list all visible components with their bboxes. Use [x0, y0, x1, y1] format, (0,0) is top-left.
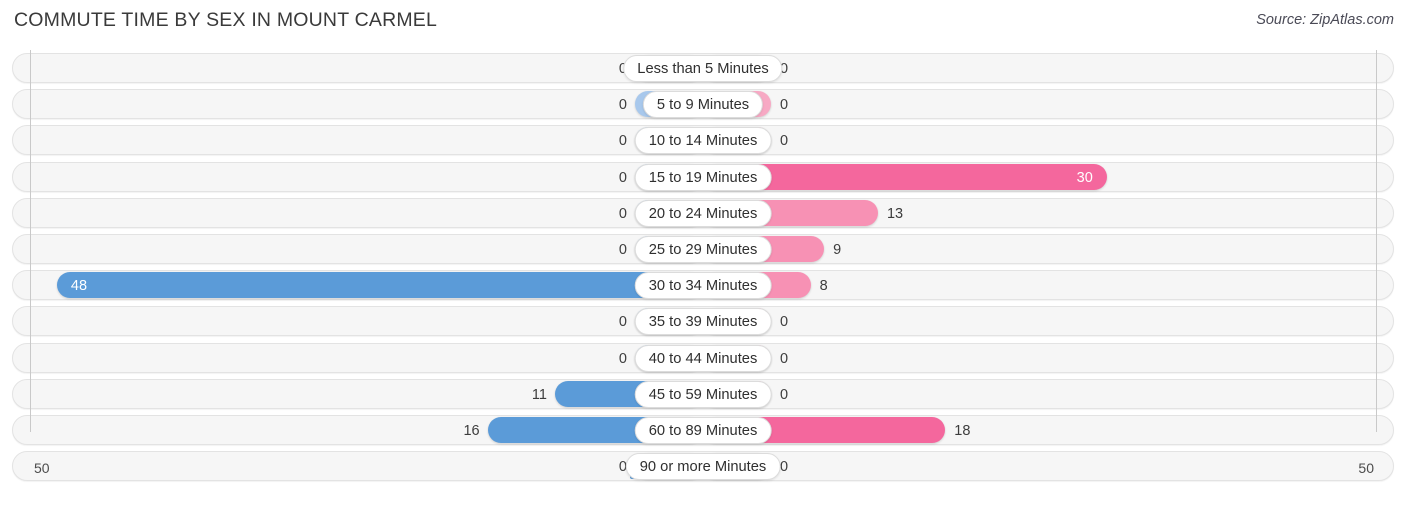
row-bars: 11 0 45 to 59 Minutes	[0, 379, 1406, 409]
value-label-male: 0	[618, 314, 627, 331]
value-label-female: 9	[833, 241, 842, 258]
row-bars: 0 0 40 to 44 Minutes	[0, 343, 1406, 373]
category-label: 25 to 29 Minutes	[634, 235, 772, 263]
value-label-male: 16	[463, 422, 480, 439]
category-label: Less than 5 Minutes	[623, 55, 783, 82]
chart-row: 0 0 40 to 44 Minutes	[0, 340, 1406, 376]
value-label-female: 30	[1076, 169, 1093, 186]
chart-row: 11 0 45 to 59 Minutes	[0, 376, 1406, 412]
chart-row: 0 0 35 to 39 Minutes	[0, 303, 1406, 339]
chart-row: 0 0Less than 5 Minutes	[0, 50, 1406, 86]
value-label-female: 0	[780, 314, 789, 331]
row-bars: 48 8 30 to 34 Minutes	[0, 270, 1406, 300]
category-label: 10 to 14 Minutes	[634, 127, 772, 155]
value-label-female: 0	[780, 386, 789, 403]
chart-row: 48 8 30 to 34 Minutes	[0, 267, 1406, 303]
plot-area: 00Less than 5 Minutes005 to 9 Minutes001…	[0, 50, 1406, 483]
chart-row: 0 9 25 to 29 Minutes	[0, 231, 1406, 267]
value-label-male: 0	[618, 205, 627, 222]
value-label-female: 8	[819, 278, 828, 295]
row-bars: 0 0 5 to 9 Minutes	[0, 89, 1406, 119]
chart-row: 0 30 15 to 19 Minutes	[0, 159, 1406, 195]
category-label: 5 to 9 Minutes	[642, 91, 764, 119]
source-attribution: Source: ZipAtlas.com	[1256, 12, 1394, 28]
category-label: 20 to 24 Minutes	[634, 199, 772, 227]
row-bars: 0 0Less than 5 Minutes	[0, 53, 1406, 83]
row-bars: 0 0 10 to 14 Minutes	[0, 125, 1406, 155]
chart-row: 0 13 20 to 24 Minutes	[0, 195, 1406, 231]
category-label: 90 or more Minutes	[625, 453, 781, 481]
value-label-male: 0	[618, 350, 627, 367]
value-label-female: 0	[780, 459, 789, 476]
value-label-female: 0	[780, 97, 789, 114]
value-label-female: 13	[886, 205, 904, 222]
value-label-male: 0	[618, 169, 627, 186]
row-bars: 0 0 90 or more Minutes	[0, 451, 1406, 481]
value-label-male: 11	[531, 386, 547, 403]
value-label-female: 0	[780, 350, 789, 367]
value-label-male: 0	[618, 241, 627, 258]
chart-row: 0 0 10 to 14 Minutes	[0, 122, 1406, 158]
row-bars: 16 18 60 to 89 Minutes	[0, 415, 1406, 445]
category-label: 15 to 19 Minutes	[634, 163, 772, 191]
value-label-male: 48	[70, 278, 88, 295]
category-label: 30 to 34 Minutes	[634, 272, 772, 300]
page-title: COMMUTE TIME BY SEX IN MOUNT CARMEL	[14, 9, 438, 31]
value-label-male: 0	[618, 459, 627, 476]
bar-rows: 00Less than 5 Minutes005 to 9 Minutes001…	[0, 50, 1406, 484]
category-label: 40 to 44 Minutes	[634, 344, 772, 372]
value-label-female: 0	[780, 61, 789, 77]
category-label: 35 to 39 Minutes	[634, 308, 772, 336]
value-label-female: 18	[954, 422, 971, 439]
bar-male[interactable]	[56, 272, 703, 299]
row-bars: 0 9 25 to 29 Minutes	[0, 234, 1406, 264]
category-label: 45 to 59 Minutes	[634, 380, 772, 408]
value-label-male: 0	[618, 97, 627, 114]
value-label-female: 0	[780, 133, 789, 150]
chart-row: 0 0 5 to 9 Minutes	[0, 86, 1406, 122]
chart-row: 0 0 90 or more Minutes	[0, 448, 1406, 484]
row-bars: 0 13 20 to 24 Minutes	[0, 198, 1406, 228]
row-bars: 0 30 15 to 19 Minutes	[0, 162, 1406, 192]
row-bars: 0 0 35 to 39 Minutes	[0, 306, 1406, 336]
value-label-male: 0	[571, 56, 627, 82]
category-label: 60 to 89 Minutes	[634, 416, 772, 444]
chart-row: 16 18 60 to 89 Minutes	[0, 412, 1406, 448]
value-label-male: 0	[618, 133, 627, 150]
chart-root: COMMUTE TIME BY SEX IN MOUNT CARMEL Sour…	[0, 0, 1406, 522]
